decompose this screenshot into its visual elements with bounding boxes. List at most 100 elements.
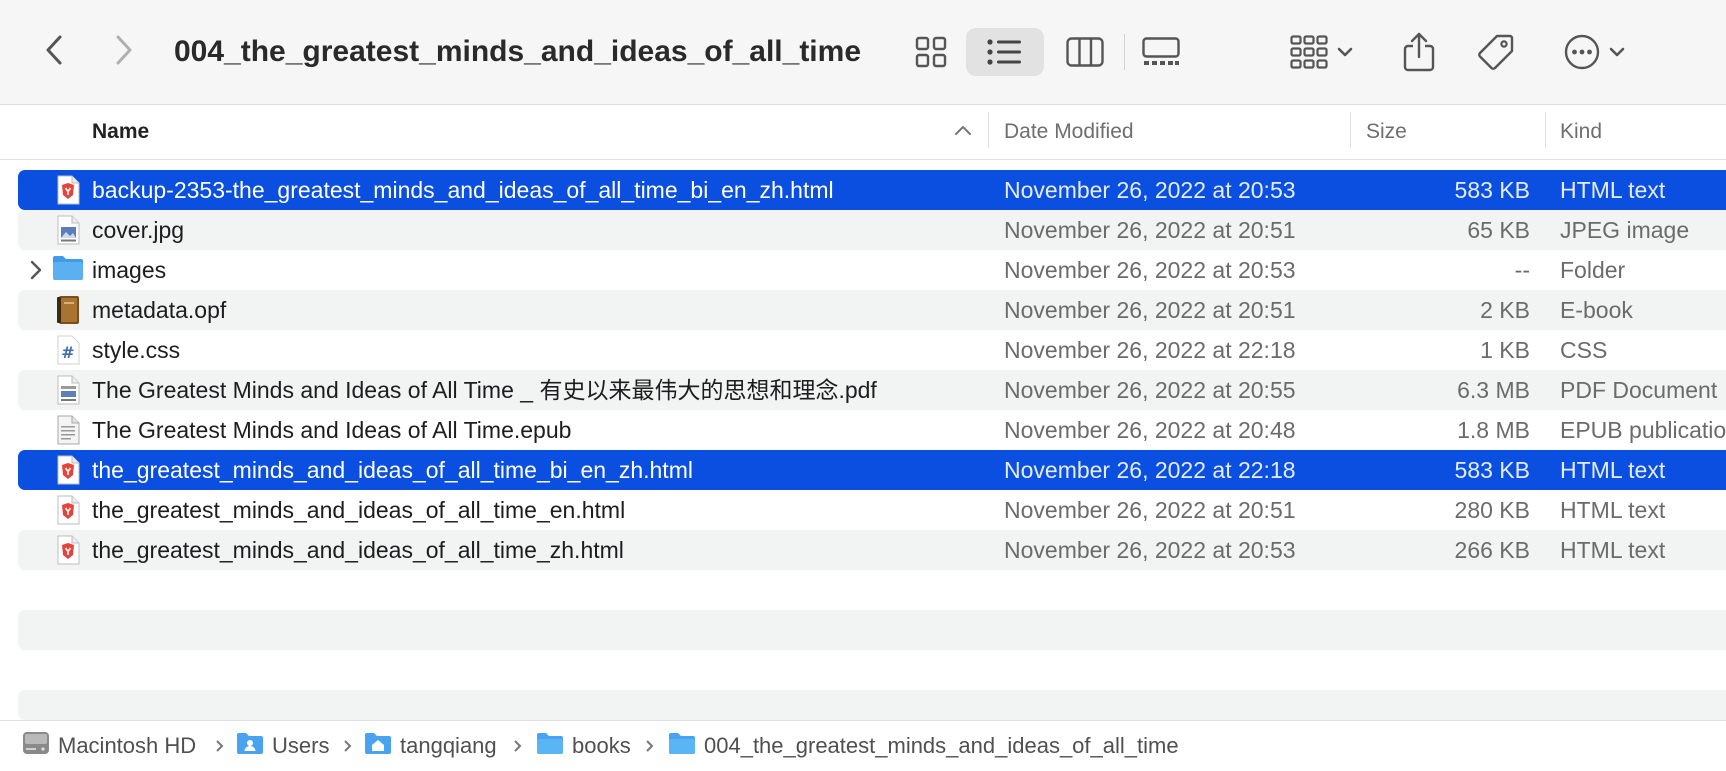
file-size: 2 KB: [1480, 297, 1530, 323]
file-row[interactable]: The Greatest Minds and Ideas of All Time…: [18, 410, 1726, 450]
file-kind: CSS: [1560, 337, 1608, 363]
file-size: 6.3 MB: [1457, 377, 1530, 403]
chevron-right-icon: [116, 35, 132, 65]
file-date-modified: November 26, 2022 at 20:51: [1004, 217, 1296, 243]
path-separator-icon: [344, 740, 352, 752]
file-row[interactable]: backup-2353-the_greatest_minds_and_ideas…: [18, 170, 1726, 210]
path-item-label: Users: [272, 733, 330, 758]
file-row[interactable]: cover.jpg November 26, 2022 at 20:51 65 …: [18, 210, 1726, 250]
file-kind: E-book: [1560, 297, 1633, 323]
list-icon: [987, 39, 1021, 65]
epub-file-icon: [52, 414, 84, 446]
path-separator-icon: [514, 740, 522, 752]
pdf-file-icon: [52, 374, 84, 406]
column-header-name[interactable]: Name: [92, 105, 149, 159]
column-header-size[interactable]: Size: [1366, 105, 1407, 159]
chevron-left-icon: [46, 35, 62, 65]
column-header: Name Date Modified Size Kind: [0, 105, 1726, 160]
file-kind: HTML text: [1560, 497, 1666, 523]
column-divider[interactable]: [1350, 112, 1351, 148]
html-file-icon: [52, 494, 84, 526]
file-date-modified: November 26, 2022 at 20:51: [1004, 497, 1296, 523]
file-kind: HTML text: [1560, 537, 1666, 563]
path-item-label: tangqiang: [400, 733, 497, 758]
gallery-view-button[interactable]: [1136, 28, 1186, 76]
home-folder-icon: [364, 731, 392, 761]
file-name: The Greatest Minds and Ideas of All Time…: [92, 417, 572, 443]
list-view-button[interactable]: [966, 28, 1044, 76]
file-kind: HTML text: [1560, 177, 1666, 203]
file-size: 1 KB: [1480, 337, 1530, 363]
file-kind: HTML text: [1560, 457, 1666, 483]
file-row[interactable]: # style.css November 26, 2022 at 22:18 1…: [18, 330, 1726, 370]
path-item-users[interactable]: Users: [236, 721, 329, 771]
folder-icon: [52, 254, 84, 286]
html-file-icon: [52, 174, 84, 206]
disclosure-triangle[interactable]: [26, 258, 46, 282]
path-separator-icon: [216, 740, 224, 752]
column-divider[interactable]: [1545, 112, 1546, 148]
file-size: --: [1514, 257, 1530, 283]
file-kind: Folder: [1560, 257, 1626, 283]
ellipsis-circle-icon: [1564, 34, 1600, 70]
file-date-modified: November 26, 2022 at 20:51: [1004, 297, 1296, 323]
file-row[interactable]: metadata.opf November 26, 2022 at 20:51 …: [18, 290, 1726, 330]
file-size: 583 KB: [1454, 457, 1530, 483]
forward-button[interactable]: [104, 30, 144, 70]
svg-text:#: #: [61, 343, 74, 362]
file-row[interactable]: The Greatest Minds and Ideas of All Time…: [18, 370, 1726, 410]
file-kind: PDF Document: [1560, 377, 1718, 403]
share-button[interactable]: [1398, 28, 1440, 76]
file-kind: EPUB publication: [1560, 417, 1726, 443]
file-date-modified: November 26, 2022 at 22:18: [1004, 457, 1296, 483]
icon-view-button[interactable]: [908, 28, 954, 76]
file-size: 583 KB: [1454, 177, 1530, 203]
window-title: 004_the_greatest_minds_and_ideas_of_all_…: [174, 35, 861, 68]
column-view-button[interactable]: [1060, 28, 1110, 76]
path-item-books[interactable]: books: [536, 721, 631, 771]
file-name: the_greatest_minds_and_ideas_of_all_time…: [92, 497, 626, 523]
file-row[interactable]: images November 26, 2022 at 20:53 -- Fol…: [18, 250, 1726, 290]
column-divider[interactable]: [988, 112, 989, 148]
file-date-modified: November 26, 2022 at 20:53: [1004, 257, 1296, 283]
group-by-icon: [1290, 35, 1328, 69]
file-name: images: [92, 257, 167, 283]
finder-toolbar: 004_the_greatest_minds_and_ideas_of_all_…: [0, 0, 1726, 105]
path-item-current-folder[interactable]: 004_the_greatest_minds_and_ideas_of_all_…: [668, 721, 1179, 771]
file-date-modified: November 26, 2022 at 20:48: [1004, 417, 1296, 443]
path-bar: Macintosh HD Users tangqiang books 004_t…: [0, 720, 1726, 771]
path-separator-icon: [646, 740, 654, 752]
share-icon: [1403, 32, 1435, 72]
ebook-icon: [52, 294, 84, 326]
chevron-down-icon: [1337, 47, 1353, 57]
file-name: backup-2353-the_greatest_minds_and_ideas…: [92, 177, 834, 203]
file-date-modified: November 26, 2022 at 20:53: [1004, 177, 1296, 203]
file-name: The Greatest Minds and Ideas of All Time…: [92, 377, 877, 403]
chevron-down-icon: [1609, 47, 1625, 57]
tag-button[interactable]: [1474, 28, 1518, 76]
path-item-tangqiang[interactable]: tangqiang: [364, 721, 497, 771]
file-name: the_greatest_minds_and_ideas_of_all_time…: [92, 457, 693, 483]
back-button[interactable]: [34, 30, 74, 70]
file-name: metadata.opf: [92, 297, 227, 323]
html-file-icon: [52, 534, 84, 566]
file-kind: JPEG image: [1560, 217, 1690, 243]
empty-row: [18, 610, 1726, 650]
file-size: 1.8 MB: [1457, 417, 1530, 443]
file-row[interactable]: the_greatest_minds_and_ideas_of_all_time…: [18, 450, 1726, 490]
file-row[interactable]: the_greatest_minds_and_ideas_of_all_time…: [18, 530, 1726, 570]
path-item-macintosh-hd[interactable]: Macintosh HD: [22, 721, 196, 771]
group-by-button[interactable]: [1286, 28, 1358, 76]
html-file-icon: [52, 454, 84, 486]
more-actions-button[interactable]: [1560, 28, 1630, 76]
gallery-icon: [1142, 37, 1180, 65]
file-row[interactable]: the_greatest_minds_and_ideas_of_all_time…: [18, 490, 1726, 530]
image-file-icon: [52, 214, 84, 246]
folder-icon: [668, 731, 696, 761]
path-item-label: 004_the_greatest_minds_and_ideas_of_all_…: [704, 733, 1179, 758]
path-item-label: Macintosh HD: [58, 733, 197, 758]
column-header-date-modified[interactable]: Date Modified: [1004, 105, 1134, 159]
file-size: 266 KB: [1454, 537, 1530, 563]
column-header-kind[interactable]: Kind: [1560, 105, 1602, 159]
sort-ascending-icon[interactable]: [953, 123, 973, 137]
